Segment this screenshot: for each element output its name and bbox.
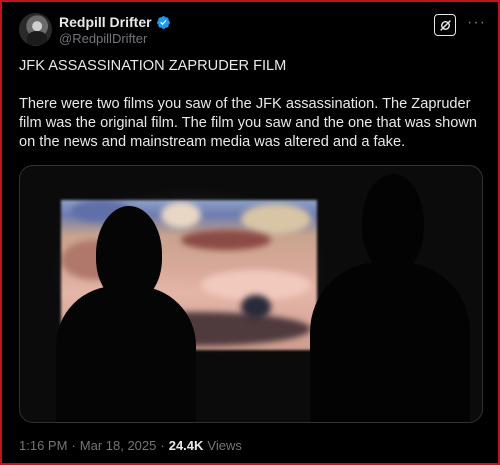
meta-separator: · [71, 438, 76, 453]
tweet-meta: 1:16 PM · Mar 18, 2025 · 24.4K Views [19, 438, 242, 453]
more-icon[interactable]: ··· [467, 15, 486, 31]
verified-badge-icon [156, 15, 170, 29]
author-display-name[interactable]: Redpill Drifter [59, 14, 152, 30]
meta-separator: · [160, 438, 165, 453]
views-count: 24.4K [168, 438, 204, 453]
author-handle[interactable]: @RedpillDrifter [59, 31, 147, 46]
views-label: Views [207, 438, 242, 453]
tweet-body: There were two films you saw of the JFK … [19, 96, 478, 150]
tweet-media[interactable] [19, 165, 483, 423]
left-viewer-silhouette [56, 286, 196, 422]
grok-icon [439, 19, 451, 31]
left-viewer-head [96, 206, 162, 302]
right-viewer-head [362, 174, 424, 272]
tweet-title: JFK ASSASSINATION ZAPRUDER FILM [19, 58, 287, 74]
grok-button[interactable] [434, 14, 456, 36]
author-name-row: Redpill Drifter [59, 14, 171, 30]
tweet-date[interactable]: Mar 18, 2025 [80, 438, 157, 453]
tweet-time[interactable]: 1:16 PM [19, 438, 67, 453]
right-viewer-silhouette [310, 262, 470, 422]
tweet-card: Redpill Drifter @RedpillDrifter ··· JFK … [0, 0, 500, 465]
tweet-text: JFK ASSASSINATION ZAPRUDER FILM There we… [19, 57, 485, 152]
avatar[interactable] [19, 13, 52, 46]
